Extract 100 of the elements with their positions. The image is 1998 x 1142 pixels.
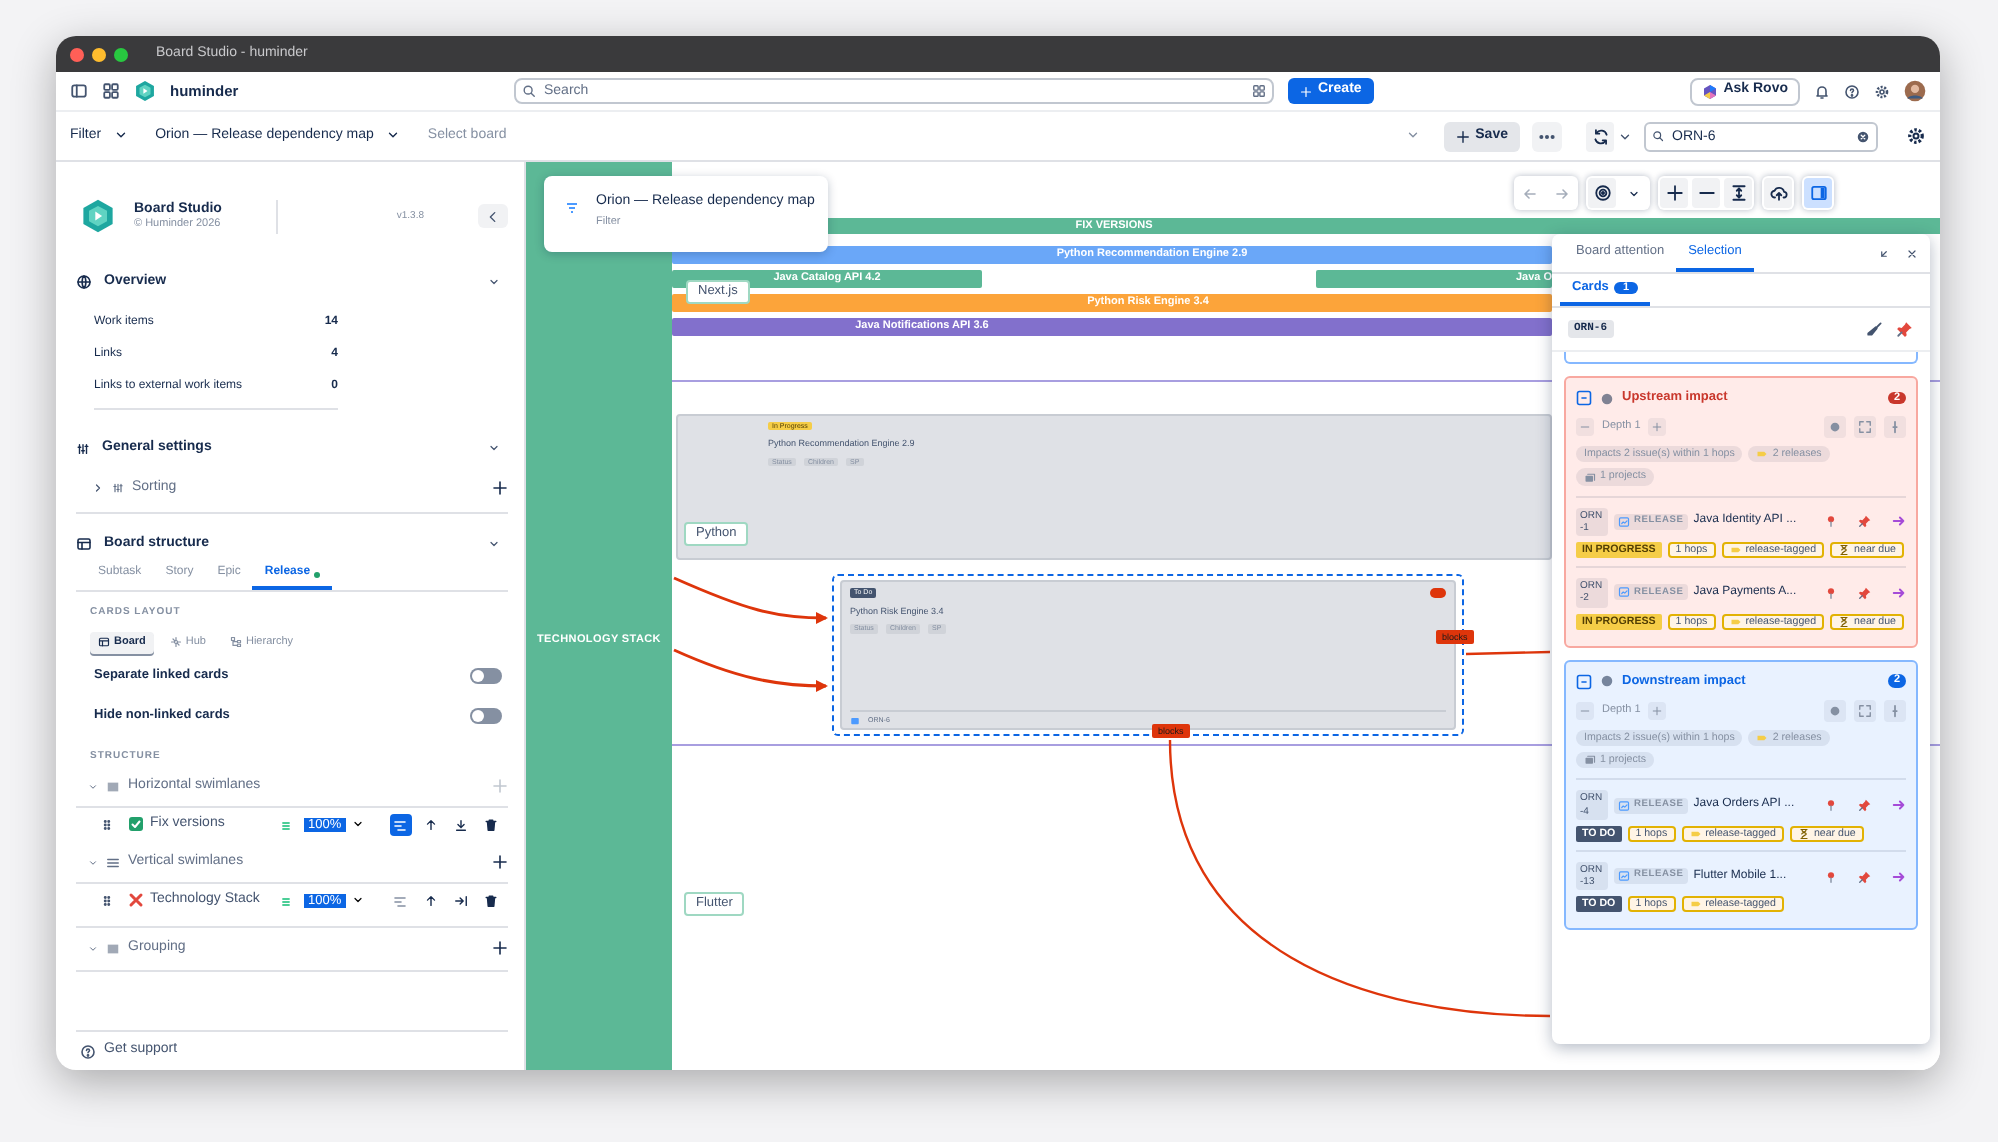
caret-icon (351, 818, 364, 831)
align-icon (392, 817, 409, 833)
caret-right-icon[interactable] (92, 482, 104, 494)
avatar-icon[interactable] (1904, 80, 1926, 102)
hourglass-icon (1838, 544, 1851, 557)
caret-icon[interactable] (488, 442, 500, 454)
grid-icon[interactable] (1252, 84, 1266, 98)
plus-icon[interactable] (492, 940, 508, 956)
map-pin-icon[interactable] (1824, 869, 1838, 884)
pushpin-icon[interactable] (1858, 798, 1872, 813)
hexagon-logo-icon (1701, 83, 1718, 99)
circle-icon (1600, 391, 1614, 405)
arrow-up-icon[interactable] (423, 894, 438, 908)
trash-icon[interactable] (483, 818, 498, 832)
swimlane-icon (106, 779, 120, 793)
caret-icon (113, 128, 128, 143)
grouping-icon (106, 941, 120, 955)
fit-icon[interactable] (1729, 184, 1747, 202)
align-icon (392, 893, 409, 909)
broom-icon[interactable] (1866, 320, 1884, 338)
collapse-icon[interactable] (1576, 673, 1592, 690)
tag-icon (1729, 544, 1742, 557)
plus-icon (1300, 85, 1312, 97)
eye-icon[interactable] (1593, 184, 1611, 202)
caret-icon[interactable] (488, 276, 500, 288)
settings-icon[interactable] (1874, 83, 1890, 99)
hourglass-icon (1838, 615, 1851, 628)
refresh-icon[interactable] (1591, 127, 1609, 145)
collapse-icon[interactable] (1878, 247, 1890, 259)
close-window-button[interactable] (70, 47, 84, 61)
board-icon (76, 536, 92, 552)
search-icon (522, 84, 536, 98)
map-pin-icon[interactable] (1824, 798, 1838, 813)
list-icon (280, 895, 292, 907)
list-icon (280, 819, 292, 831)
tag-icon (1729, 615, 1742, 628)
drag-handle-icon[interactable] (100, 894, 114, 908)
drag-handle-icon[interactable] (100, 818, 114, 832)
release-icon (1618, 870, 1630, 883)
hexagon-logo-icon (134, 80, 156, 102)
pushpin-icon[interactable] (1858, 869, 1872, 884)
toggle-switch[interactable] (470, 708, 502, 724)
caret-icon[interactable] (1618, 129, 1632, 143)
search-icon (1652, 130, 1664, 142)
filter-icon (564, 200, 580, 216)
layout-button[interactable] (389, 814, 412, 836)
clear-icon[interactable] (1856, 129, 1870, 143)
check-icon (128, 815, 144, 832)
circle-icon (1600, 674, 1614, 689)
folder-icon (1584, 471, 1596, 484)
pushpin-icon[interactable] (1858, 514, 1872, 529)
notifications-bell-icon[interactable] (1814, 83, 1830, 99)
arrow-right-icon[interactable] (1892, 514, 1906, 529)
folder-icon (1584, 754, 1596, 767)
hierarchy-icon (229, 636, 242, 648)
sliders-icon (76, 441, 90, 455)
zoom-in-icon[interactable] (1665, 184, 1683, 202)
settings-icon[interactable] (1906, 126, 1926, 146)
sidebar-toggle-icon[interactable] (70, 82, 88, 100)
release-icon (1618, 515, 1630, 528)
caret-icon[interactable] (1628, 187, 1640, 199)
caret-icon[interactable] (488, 538, 500, 550)
board-icon (98, 636, 110, 648)
collapse-icon[interactable] (1576, 390, 1592, 406)
close-icon[interactable] (1906, 247, 1918, 259)
move-right-icon[interactable] (453, 894, 468, 908)
minimize-window-button[interactable] (92, 47, 106, 61)
plus-icon[interactable] (492, 480, 508, 496)
chevron-left-icon[interactable] (486, 209, 500, 223)
arrow-right-icon[interactable] (1892, 585, 1906, 600)
globe-icon (76, 274, 92, 290)
arrow-right-icon[interactable] (1892, 869, 1906, 884)
arrow-up-icon[interactable] (423, 818, 438, 832)
plus-icon (1455, 129, 1470, 143)
toggle-switch[interactable] (470, 668, 502, 684)
list-icon (106, 855, 120, 869)
zoom-window-button[interactable] (114, 47, 128, 61)
apps-grid-icon[interactable] (102, 82, 120, 100)
tag-icon (1689, 827, 1702, 840)
caret-icon (385, 128, 400, 143)
caret-icon (1405, 128, 1420, 143)
move-bottom-icon[interactable] (453, 818, 468, 832)
expand-icon[interactable] (1858, 703, 1872, 718)
plus-icon[interactable] (492, 854, 508, 870)
trash-icon[interactable] (483, 894, 498, 908)
panel-toggle-button[interactable] (1804, 178, 1832, 208)
caret-icon (351, 894, 364, 907)
cloud-upload-icon[interactable] (1769, 184, 1787, 202)
map-pin-icon[interactable] (1824, 585, 1838, 600)
help-icon (80, 1043, 96, 1059)
sliders-icon (112, 482, 124, 494)
target-icon[interactable] (1828, 703, 1842, 718)
map-pin-icon[interactable] (1824, 514, 1838, 529)
help-icon[interactable] (1844, 83, 1860, 99)
release-icon (1618, 799, 1630, 812)
tag-icon (1756, 448, 1769, 461)
ticket-icon (850, 715, 860, 725)
pushpin-icon[interactable] (1896, 320, 1914, 338)
arrow-right-icon[interactable] (1892, 798, 1906, 813)
pushpin-icon[interactable] (1858, 585, 1872, 600)
